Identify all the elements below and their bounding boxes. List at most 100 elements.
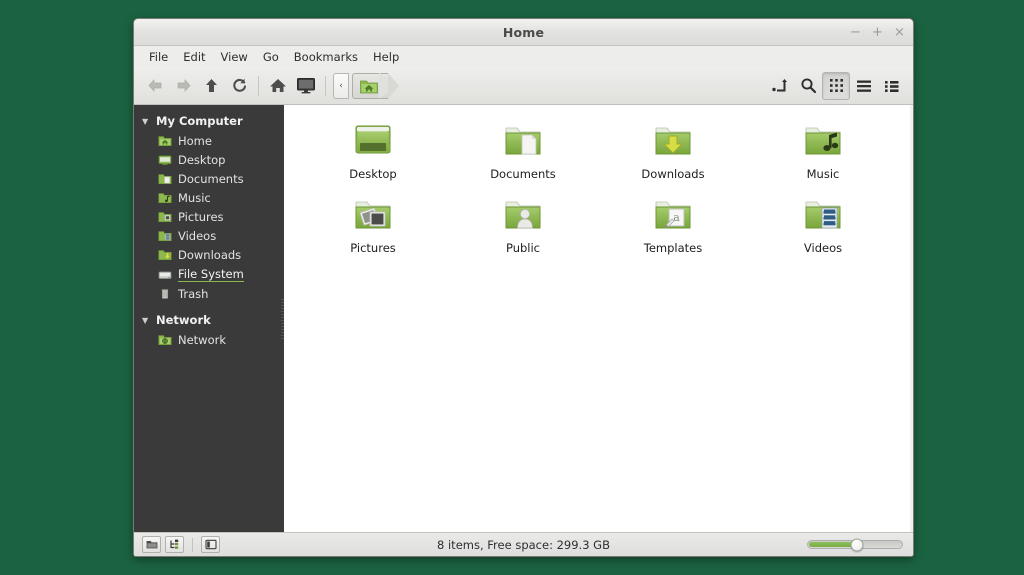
toolbar-separator-2 (325, 75, 326, 96)
file-item-public[interactable]: Public (448, 193, 598, 267)
status-icon-view-button[interactable] (142, 536, 161, 553)
file-manager-window: Home − + × File Edit View Go Bookmarks H… (133, 18, 914, 557)
menu-bookmarks[interactable]: Bookmarks (287, 48, 365, 66)
reload-button[interactable] (225, 72, 253, 100)
sidebar-item-music[interactable]: Music (134, 188, 281, 207)
sidebar-item-label: Pictures (178, 209, 224, 224)
view-icons-button[interactable] (822, 71, 850, 100)
sidebar-item-desktop[interactable]: Desktop (134, 150, 281, 169)
status-tree-view-button[interactable] (165, 536, 184, 553)
drive-icon (158, 271, 172, 279)
home-button[interactable] (264, 72, 292, 100)
status-sidebar-toggle-button[interactable] (201, 536, 220, 553)
statusbar: 8 items, Free space: 299.3 GB (134, 532, 913, 556)
sidebar-group-label: Network (156, 313, 211, 327)
file-item-videos[interactable]: Videos (748, 193, 898, 267)
menu-help[interactable]: Help (366, 48, 406, 66)
list-view-icon (857, 80, 871, 92)
file-item-pictures[interactable]: Pictures (298, 193, 448, 267)
menu-view[interactable]: View (214, 48, 255, 66)
search-icon (800, 78, 816, 94)
sidebar-item-label: Downloads (178, 247, 242, 262)
view-compact-button[interactable] (878, 72, 906, 100)
file-label: Templates (643, 241, 703, 255)
content-scrollbar[interactable] (910, 105, 913, 532)
documents-folder-icon (499, 121, 547, 163)
videos-folder-icon (799, 195, 847, 237)
up-button[interactable] (197, 72, 225, 100)
menu-go[interactable]: Go (256, 48, 286, 66)
sidebar-item-label: Music (178, 190, 211, 205)
forward-button[interactable] (169, 72, 197, 100)
computer-button[interactable] (292, 72, 320, 100)
file-label: Downloads (641, 167, 705, 181)
sidebar-group-network[interactable]: ▼ Network (134, 310, 281, 330)
pictures-folder-icon (349, 195, 397, 237)
chevron-down-icon: ▼ (142, 315, 149, 325)
sidebar-item-label: Trash (178, 286, 209, 301)
sidebar-item-label: Network (178, 332, 227, 347)
tree-icon (169, 539, 178, 549)
file-item-templates[interactable]: a Templates (598, 193, 748, 267)
videos-folder-icon (158, 231, 172, 241)
window-body: ▼ My Computer Home Desktop Documents Mus… (134, 105, 913, 532)
toolbar: ‹ (134, 67, 913, 105)
file-label: Videos (803, 241, 843, 255)
sidebar-item-downloads[interactable]: Downloads (134, 245, 281, 264)
file-label: Documents (490, 167, 556, 181)
sidebar-item-home[interactable]: Home (134, 131, 281, 150)
status-separator (192, 537, 193, 552)
menubar: File Edit View Go Bookmarks Help (134, 46, 913, 67)
file-item-documents[interactable]: Documents (448, 119, 598, 193)
svg-text:a: a (673, 211, 680, 224)
panel-icon (204, 539, 217, 550)
menu-edit[interactable]: Edit (176, 48, 212, 66)
computer-icon (297, 78, 315, 94)
sidebar-item-file-system[interactable]: File System (134, 264, 281, 284)
menu-file[interactable]: File (142, 48, 175, 66)
path-scroll-left-button[interactable]: ‹ (333, 72, 349, 99)
location-entry-button[interactable] (766, 72, 794, 100)
status-text: 8 items, Free space: 299.3 GB (437, 537, 610, 552)
compact-view-icon (885, 80, 899, 92)
sidebar-item-trash[interactable]: Trash (134, 284, 281, 303)
trash-icon (161, 289, 169, 299)
file-item-music[interactable]: Music (748, 119, 898, 193)
file-list-area[interactable]: Desktop Documents Downloads Music Pictur… (284, 105, 913, 532)
reload-icon (232, 78, 246, 92)
downloads-folder-icon (649, 121, 697, 163)
pictures-folder-icon (158, 212, 172, 222)
sidebar-item-network[interactable]: Network (134, 330, 281, 349)
file-label: Pictures (350, 241, 396, 255)
toolbar-separator-1 (258, 75, 259, 96)
close-button[interactable]: × (893, 26, 906, 39)
file-item-desktop[interactable]: Desktop (298, 119, 448, 193)
minimize-button[interactable]: − (849, 26, 862, 39)
icon-view-icon (829, 79, 843, 92)
sidebar-item-label: Documents (178, 171, 244, 186)
zoom-slider[interactable] (807, 538, 903, 551)
sidebar-item-pictures[interactable]: Pictures (134, 207, 281, 226)
icon-grid: Desktop Documents Downloads Music Pictur… (298, 119, 913, 267)
search-button[interactable] (794, 72, 822, 100)
file-item-downloads[interactable]: Downloads (598, 119, 748, 193)
sidebar-group-label: My Computer (156, 114, 243, 128)
sidebar-item-label: File System (178, 266, 244, 282)
titlebar[interactable]: Home − + × (134, 19, 913, 46)
path-entry-icon (772, 78, 787, 91)
home-folder-icon (360, 80, 378, 93)
sidebar-group-my-computer[interactable]: ▼ My Computer (134, 111, 281, 131)
back-arrow-icon (148, 79, 161, 92)
home-folder-icon (158, 136, 172, 146)
breadcrumb-home[interactable] (352, 72, 388, 99)
back-button[interactable] (141, 72, 169, 100)
breadcrumb-tail (388, 72, 400, 99)
sidebar-item-documents[interactable]: Documents (134, 169, 281, 188)
maximize-button[interactable]: + (871, 26, 884, 39)
zoom-slider-handle[interactable] (850, 538, 864, 551)
view-list-button[interactable] (850, 72, 878, 100)
sidebar-item-label: Videos (178, 228, 217, 243)
home-icon (270, 79, 286, 92)
sidebar-item-videos[interactable]: Videos (134, 226, 281, 245)
sidebar-item-label: Home (178, 133, 212, 148)
